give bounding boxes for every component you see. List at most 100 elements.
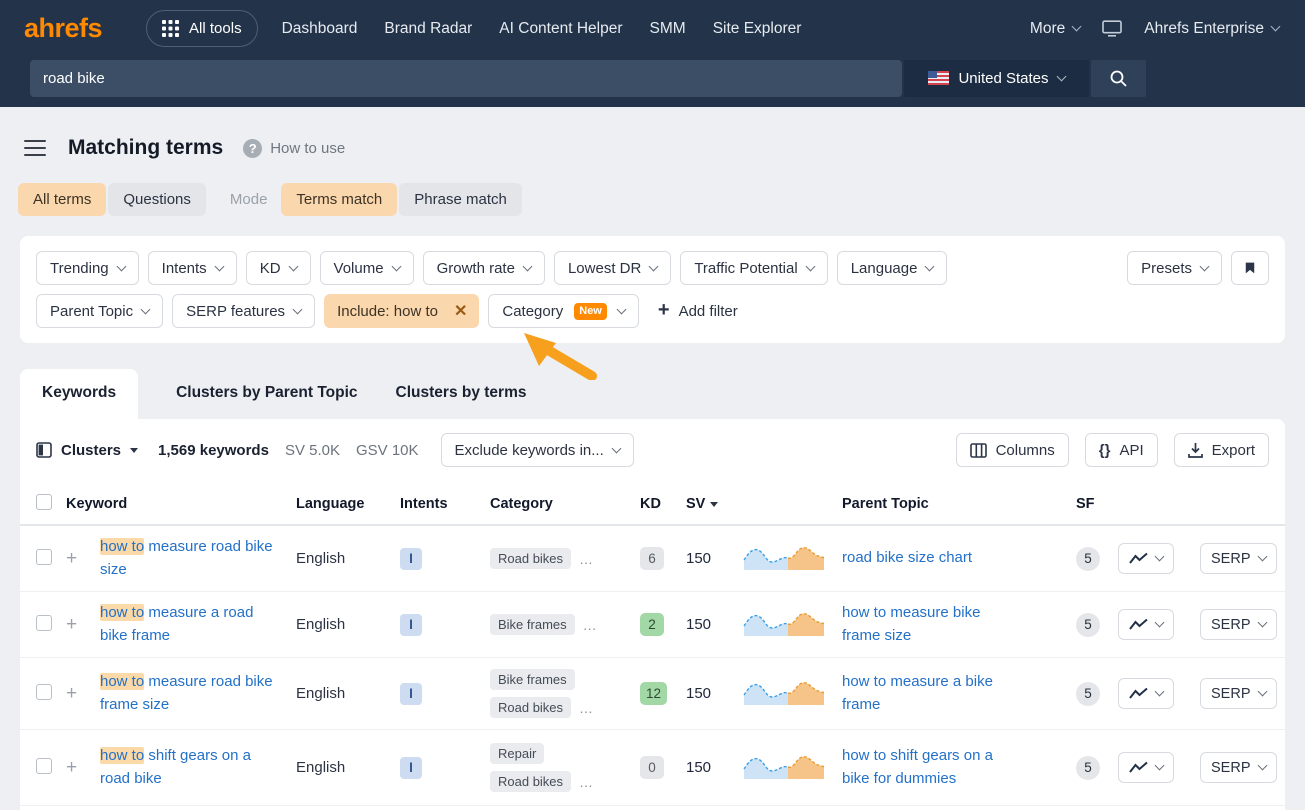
column-header-sv[interactable]: SV [686,496,742,512]
top-navigation: ahrefs All tools Dashboard Brand Radar A… [0,0,1305,57]
language-cell: English [296,616,400,633]
us-flag-icon [928,71,949,85]
country-selector[interactable]: United States [904,60,1089,97]
more-categories[interactable]: … [579,774,593,790]
row-checkbox[interactable] [36,549,52,565]
mode-label: Mode [230,191,268,208]
keyword-search-input[interactable] [30,60,902,97]
column-header-parent-topic[interactable]: Parent Topic [842,496,1076,512]
serp-button[interactable]: SERP [1200,678,1277,709]
filters-row-1: Trending Intents KD Volume Growth rate L… [36,251,1269,285]
exclude-keywords-select[interactable]: Exclude keywords in... [441,433,634,467]
keyword-link[interactable]: how to measure road bike size [100,536,282,581]
tab-clusters-by-parent-topic[interactable]: Clusters by Parent Topic [176,384,357,419]
position-history-button[interactable] [1118,609,1174,640]
serp-button[interactable]: SERP [1200,543,1277,574]
filter-kd[interactable]: KD [246,251,311,285]
column-header-keyword[interactable]: Keyword [66,496,296,512]
column-header-language[interactable]: Language [296,496,400,512]
nav-item-brand-radar[interactable]: Brand Radar [384,20,472,38]
filter-growth-rate[interactable]: Growth rate [423,251,545,285]
select-all-checkbox[interactable] [36,494,52,510]
row-checkbox[interactable] [36,684,52,700]
add-to-list-icon[interactable]: + [66,757,86,779]
tab-questions[interactable]: Questions [108,183,206,216]
remove-filter-button[interactable]: ✕ [442,294,479,328]
more-categories[interactable]: … [583,617,597,633]
column-header-intents[interactable]: Intents [400,496,490,512]
filter-traffic-potential[interactable]: Traffic Potential [680,251,827,285]
chevron-down-icon [293,304,303,314]
filters-row-2: Parent Topic SERP features Include: how … [36,294,1269,328]
presets-button[interactable]: Presets [1127,251,1222,285]
nav-item-dashboard[interactable]: Dashboard [282,20,358,38]
serp-features-badge: 5 [1076,682,1100,706]
position-history-button[interactable] [1118,543,1174,574]
columns-button[interactable]: Columns [956,433,1069,467]
add-to-list-icon[interactable]: + [66,548,86,570]
account-menu[interactable]: Ahrefs Enterprise [1144,20,1279,38]
export-button[interactable]: Export [1174,433,1269,467]
filter-intents[interactable]: Intents [148,251,237,285]
serp-button[interactable]: SERP [1200,609,1277,640]
keyword-link[interactable]: how to measure a road bike frame [100,602,282,647]
filter-serp-features[interactable]: SERP features [172,294,315,328]
position-history-button[interactable] [1118,752,1174,783]
nav-item-smm[interactable]: SMM [650,20,686,38]
tab-phrase-match[interactable]: Phrase match [399,183,522,216]
row-checkbox[interactable] [36,615,52,631]
term-mode-tabs: All terms Questions Mode Terms match Phr… [18,183,1285,216]
tab-clusters-by-terms[interactable]: Clusters by terms [396,384,527,419]
filter-volume[interactable]: Volume [320,251,414,285]
keyword-link[interactable]: how to measure road bike frame size [100,671,282,716]
filter-category[interactable]: Category New [488,294,639,328]
sv-stat: SV 5.0K [285,442,340,459]
all-tools-button[interactable]: All tools [146,10,258,47]
bookmark-button[interactable] [1231,251,1269,285]
parent-topic-link[interactable]: how to measure a bike frame [842,671,1022,716]
keyword-link[interactable]: how to shift gears on a road bike [100,745,282,790]
filter-lowest-dr[interactable]: Lowest DR [554,251,671,285]
tab-all-terms[interactable]: All terms [18,183,106,216]
add-to-list-icon[interactable]: + [66,614,86,636]
column-header-kd[interactable]: KD [640,496,686,512]
sv-value: 150 [686,616,742,633]
tab-keywords[interactable]: Keywords [20,369,138,419]
parent-topic-link[interactable]: road bike size chart [842,547,972,570]
parent-topic-link[interactable]: how to shift gears on a bike for dummies [842,745,1022,790]
more-categories[interactable]: … [579,551,593,567]
add-filter-button[interactable]: + Add filter [658,302,738,320]
menu-icon[interactable] [22,138,48,159]
nav-item-ai-content-helper[interactable]: AI Content Helper [499,20,622,38]
active-include-filter: Include: how to ✕ [324,294,479,328]
include-filter-label[interactable]: Include: how to [324,303,442,320]
category-cell: Repair Road bikes… [490,743,640,792]
clusters-toggle[interactable]: Clusters [36,442,138,459]
category-chip: Repair [490,743,544,764]
filter-language[interactable]: Language [837,251,948,285]
country-label: United States [958,70,1048,87]
parent-topic-link[interactable]: how to measure bike frame size [842,602,1022,647]
nav-item-site-explorer[interactable]: Site Explorer [713,20,802,38]
column-header-category[interactable]: Category [490,496,640,512]
filter-trending[interactable]: Trending [36,251,139,285]
monitor-icon [1102,20,1122,37]
tab-terms-match[interactable]: Terms match [281,183,397,216]
new-badge: New [574,303,607,320]
column-header-sf[interactable]: SF [1076,496,1118,512]
serp-features-badge: 5 [1076,756,1100,780]
ahrefs-logo[interactable]: ahrefs [24,13,102,44]
position-history-button[interactable] [1118,678,1174,709]
filter-parent-topic[interactable]: Parent Topic [36,294,163,328]
add-to-list-icon[interactable]: + [66,683,86,705]
sv-value: 150 [686,550,742,567]
row-checkbox[interactable] [36,758,52,774]
serp-button[interactable]: SERP [1200,752,1277,783]
how-to-use-link[interactable]: ? How to use [243,139,345,158]
api-button[interactable]: {} API [1085,433,1158,467]
search-button[interactable] [1091,60,1146,97]
nav-more[interactable]: More [1030,20,1080,38]
highlighted-term: how to [100,604,144,621]
table-row: + how to measure road bike size English … [20,526,1285,592]
more-categories[interactable]: … [579,700,593,716]
